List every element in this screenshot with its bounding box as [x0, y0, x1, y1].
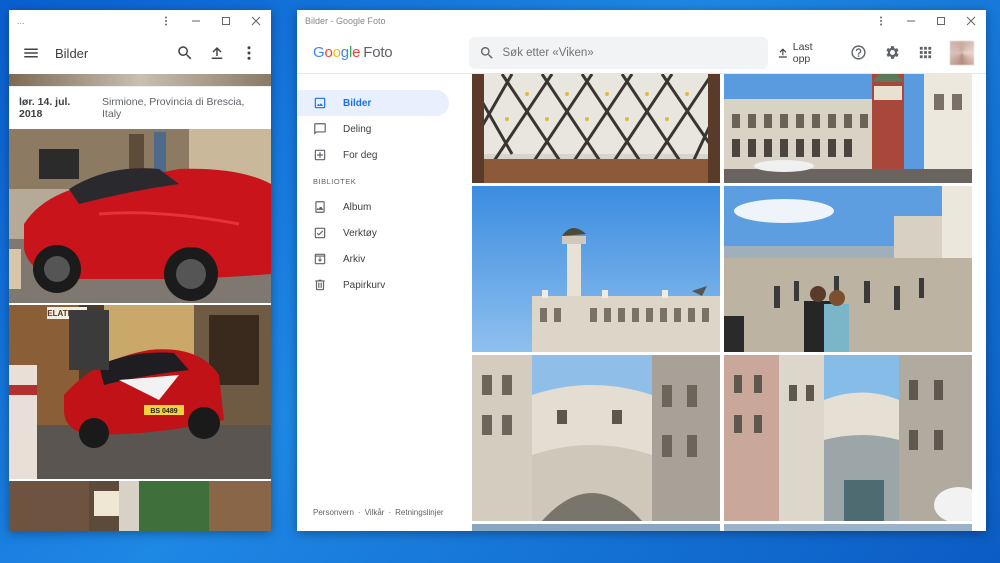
window-title: ...: [17, 16, 25, 26]
upload-icon: [778, 47, 787, 58]
date-label: lør. 14. jul. 2018: [19, 96, 71, 120]
archive-icon: [314, 253, 326, 265]
sidebar-item-bilder[interactable]: Bilder: [297, 90, 449, 116]
policy-link[interactable]: Retningslinjer: [395, 508, 443, 517]
more-options-icon[interactable]: [866, 10, 896, 32]
more-options-icon[interactable]: [151, 10, 181, 32]
more-vert-icon[interactable]: [233, 37, 265, 69]
trash-icon: [315, 279, 325, 291]
google-photos-window: Bilder - Google Foto GoogleFoto Last opp: [297, 10, 986, 531]
album-icon: [315, 201, 325, 213]
sidebar-item-verktoy[interactable]: Verktøy: [297, 220, 449, 246]
window-title: Bilder - Google Foto: [305, 16, 386, 26]
user-avatar[interactable]: [950, 40, 974, 65]
photo-partial: [724, 524, 972, 531]
photo-thumbnail[interactable]: ELATERIA BS 0489: [9, 305, 271, 479]
sidebar-item-label: Arkiv: [343, 253, 366, 265]
logo-google: Google: [313, 44, 361, 61]
sidebar-footer: Personvern · Vilkår · Retningslinjer: [313, 508, 444, 517]
photo-waterfront-crowd: [724, 186, 972, 352]
photo-st-marks-campanile: [724, 74, 972, 183]
sidebar-item-label: Album: [343, 201, 372, 213]
sidebar-item-label: For deg: [343, 149, 378, 161]
menu-icon[interactable]: [15, 37, 47, 69]
terms-link[interactable]: Vilkår: [365, 508, 385, 517]
photo-thumbnail-partial[interactable]: [9, 74, 271, 86]
photo-grid[interactable]: [472, 74, 986, 531]
photo-tile[interactable]: [472, 186, 720, 352]
search-icon: [480, 46, 493, 59]
photo-bridge-of-sighs: [472, 355, 720, 521]
upload-button[interactable]: Last opp: [768, 38, 840, 68]
photo-timeline[interactable]: lør. 14. jul. 2018 Sirmione, Provincia d…: [9, 74, 271, 531]
tools-icon: [314, 227, 326, 239]
maximize-button[interactable]: [926, 10, 956, 32]
plus-box-icon: [314, 149, 326, 161]
sidebar-item-label: Bilder: [343, 97, 372, 109]
upload-icon[interactable]: [201, 37, 233, 69]
photo-partial: [472, 524, 720, 531]
sidebar-item-for-deg[interactable]: For deg: [297, 142, 449, 168]
license-plate-text: BS 0489: [150, 408, 177, 415]
sidebar-nav: Bilder Deling For deg BIBLIOTEK Album Ve…: [297, 74, 471, 531]
photo-thumbnail[interactable]: [9, 481, 271, 531]
app-header: GoogleFoto Last opp: [297, 32, 986, 74]
photo-tile[interactable]: [472, 355, 720, 521]
sidebar-item-label: Papirkurv: [343, 279, 386, 291]
minimize-button[interactable]: [181, 10, 211, 32]
photos-app-window-small: ... Bilder lør. 14. jul. 2018 Sirmione, …: [9, 10, 271, 531]
search-icon[interactable]: [169, 37, 201, 69]
close-button[interactable]: [241, 10, 271, 32]
upload-label: Last opp: [792, 40, 813, 65]
photo-tile[interactable]: [472, 74, 720, 183]
photo-street-partial: [9, 481, 271, 531]
photo-tile[interactable]: [724, 524, 972, 531]
photo-tile[interactable]: [724, 186, 972, 352]
photo-iron-gate: [472, 74, 720, 183]
privacy-link[interactable]: Personvern: [313, 508, 354, 517]
location-label: Sirmione, Provincia di Brescia, Italy: [102, 96, 245, 120]
photo-canal-bridge: [724, 355, 972, 521]
minimize-button[interactable]: [896, 10, 926, 32]
header-actions: Last opp: [768, 38, 986, 68]
library-section-label: BIBLIOTEK: [313, 176, 357, 186]
window-titlebar[interactable]: Bilder - Google Foto: [297, 10, 986, 32]
sidebar-item-papirkurv[interactable]: Papirkurv: [297, 272, 449, 298]
close-button[interactable]: [956, 10, 986, 32]
help-icon[interactable]: [844, 38, 873, 68]
sidebar-item-deling[interactable]: Deling: [297, 116, 449, 142]
photo-thumbnail[interactable]: [9, 129, 271, 303]
photo-tile[interactable]: [724, 355, 972, 521]
sidebar-item-label: Deling: [343, 123, 372, 135]
sidebar-item-album[interactable]: Album: [297, 194, 449, 220]
date-header: lør. 14. jul. 2018 Sirmione, Provincia d…: [9, 86, 271, 129]
settings-gear-icon[interactable]: [878, 38, 907, 68]
window-titlebar[interactable]: ...: [9, 10, 271, 32]
page-title: Bilder: [55, 45, 89, 61]
app-bar: Bilder: [9, 32, 271, 74]
photo-tile[interactable]: [472, 524, 720, 531]
photo-icon: [314, 97, 326, 109]
sidebar-item-arkiv[interactable]: Arkiv: [297, 246, 449, 272]
sidebar-item-label: Verktøy: [343, 227, 377, 239]
photo-lion-column: [472, 186, 720, 352]
photo-tile[interactable]: [724, 74, 972, 183]
photo-red-sports-car: [9, 129, 271, 303]
chat-icon: [314, 123, 326, 135]
search-input[interactable]: [502, 46, 753, 59]
photo-red-car-alley: ELATERIA BS 0489: [9, 305, 271, 479]
search-bar[interactable]: [468, 36, 769, 69]
google-photos-logo[interactable]: Google Foto: [297, 44, 469, 61]
maximize-button[interactable]: [211, 10, 241, 32]
apps-grid-icon[interactable]: [911, 38, 940, 68]
logo-product: Foto: [363, 44, 393, 61]
